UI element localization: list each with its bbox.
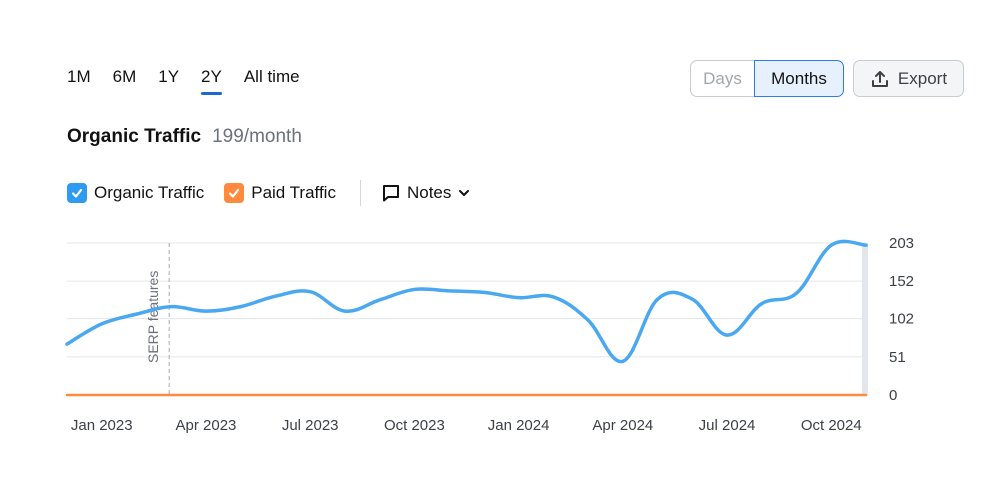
series-line-organic [65,239,868,364]
current-period-band [862,243,868,395]
chart-title: Organic Traffic [67,126,202,147]
legend-paid-traffic[interactable]: Paid Traffic [224,183,336,203]
legend-paid-label: Paid Traffic [251,183,336,202]
x-tick-label: Oct 2024 [801,417,862,434]
y-tick-label: 102 [889,311,914,328]
export-label: Export [897,68,948,88]
y-tick-label: 51 [889,349,906,366]
traffic-chart: SERP features 0 51 102 152 203 Jan 2023 Apr 2… [65,235,914,434]
range-tab-1y[interactable]: 1Y [158,67,179,95]
chevron-down-icon [459,190,470,196]
comment-icon [382,185,399,202]
export-button[interactable]: Export [853,60,964,97]
chart-header: Organic Traffic 199/month [67,126,302,148]
range-tab-all-time[interactable]: All time [244,67,300,95]
range-tab-6m[interactable]: 6M [113,67,137,95]
y-tick-label: 152 [889,273,914,290]
check-icon [229,188,240,198]
checkbox-organic[interactable] [67,183,87,203]
range-tabs: 1M 6M 1Y 2Y All time [67,67,300,95]
y-axis: 0 51 102 152 203 [889,235,914,404]
y-tick-label: 203 [889,235,914,252]
notes-dropdown[interactable]: Notes [381,183,471,203]
legend: Organic Traffic Paid Traffic Notes [67,180,471,206]
checkbox-paid[interactable] [224,183,245,203]
legend-organic-label: Organic Traffic [94,183,205,202]
x-tick-label: Jan 2024 [488,417,550,434]
y-tick-label: 0 [889,387,897,404]
months-button[interactable]: Months [754,60,844,97]
annotation-label: SERP features [145,271,161,363]
legend-organic-traffic[interactable]: Organic Traffic [67,183,204,203]
x-tick-label: Jan 2023 [71,417,133,434]
days-button[interactable]: Days [690,60,754,97]
export-icon [871,70,888,87]
x-axis: Jan 2023 Apr 2023 Jul 2023 Oct 2023 Jan 2024… [71,417,862,434]
check-icon [71,188,83,198]
x-tick-label: Apr 2023 [176,417,237,434]
notes-label: Notes [406,183,452,202]
x-tick-label: Jul 2023 [282,417,339,434]
legend-divider [359,180,361,206]
x-tick-label: Apr 2024 [592,417,653,434]
view-toggle: Days Months [690,60,844,97]
range-tab-1m[interactable]: 1M [67,67,91,95]
x-tick-label: Jul 2024 [699,417,756,434]
x-tick-label: Oct 2023 [384,417,445,434]
range-tab-2y[interactable]: 2Y [201,67,222,95]
traffic-value: 199/month [212,126,302,147]
